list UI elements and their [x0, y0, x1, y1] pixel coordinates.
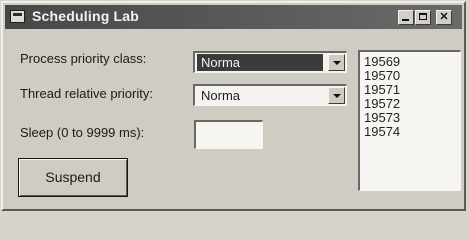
thread-priority-value: Norma — [201, 88, 241, 103]
window-title: Scheduling Lab — [32, 8, 140, 24]
suspend-button[interactable]: Suspend — [18, 158, 128, 197]
list-item[interactable]: 19573 — [364, 111, 460, 125]
process-priority-dropdown-button[interactable] — [328, 54, 345, 71]
list-item[interactable]: 19572 — [364, 97, 460, 111]
output-listbox[interactable]: 19569 19570 19571 19572 19573 19574 — [358, 50, 461, 191]
process-priority-dropdown[interactable]: Norma — [193, 51, 347, 73]
thread-priority-dropdown[interactable]: Norma — [193, 84, 347, 106]
list-item[interactable]: 19571 — [364, 83, 460, 97]
title-bar[interactable]: Scheduling Lab ✕ — [5, 5, 462, 29]
minimize-icon — [402, 19, 409, 21]
sleep-label: Sleep (0 to 9999 ms): — [20, 125, 145, 140]
sleep-input[interactable] — [194, 120, 263, 149]
thread-priority-dropdown-button[interactable] — [328, 87, 345, 104]
minimize-button[interactable] — [398, 10, 414, 25]
maximize-icon — [419, 13, 427, 20]
close-icon: ✕ — [439, 11, 449, 23]
process-priority-label: Process priority class: — [20, 51, 147, 66]
app-window-icon[interactable] — [10, 10, 25, 23]
list-item[interactable]: 19574 — [364, 125, 460, 139]
maximize-button[interactable] — [415, 10, 431, 25]
list-item[interactable]: 19570 — [364, 69, 460, 83]
list-item[interactable]: 19569 — [364, 55, 460, 69]
close-button[interactable]: ✕ — [436, 10, 452, 25]
thread-priority-label: Thread relative priority: — [20, 86, 153, 101]
scheduling-lab-window: Scheduling Lab ✕ Process priority class:… — [1, 1, 466, 211]
process-priority-value: Norma — [197, 54, 323, 71]
